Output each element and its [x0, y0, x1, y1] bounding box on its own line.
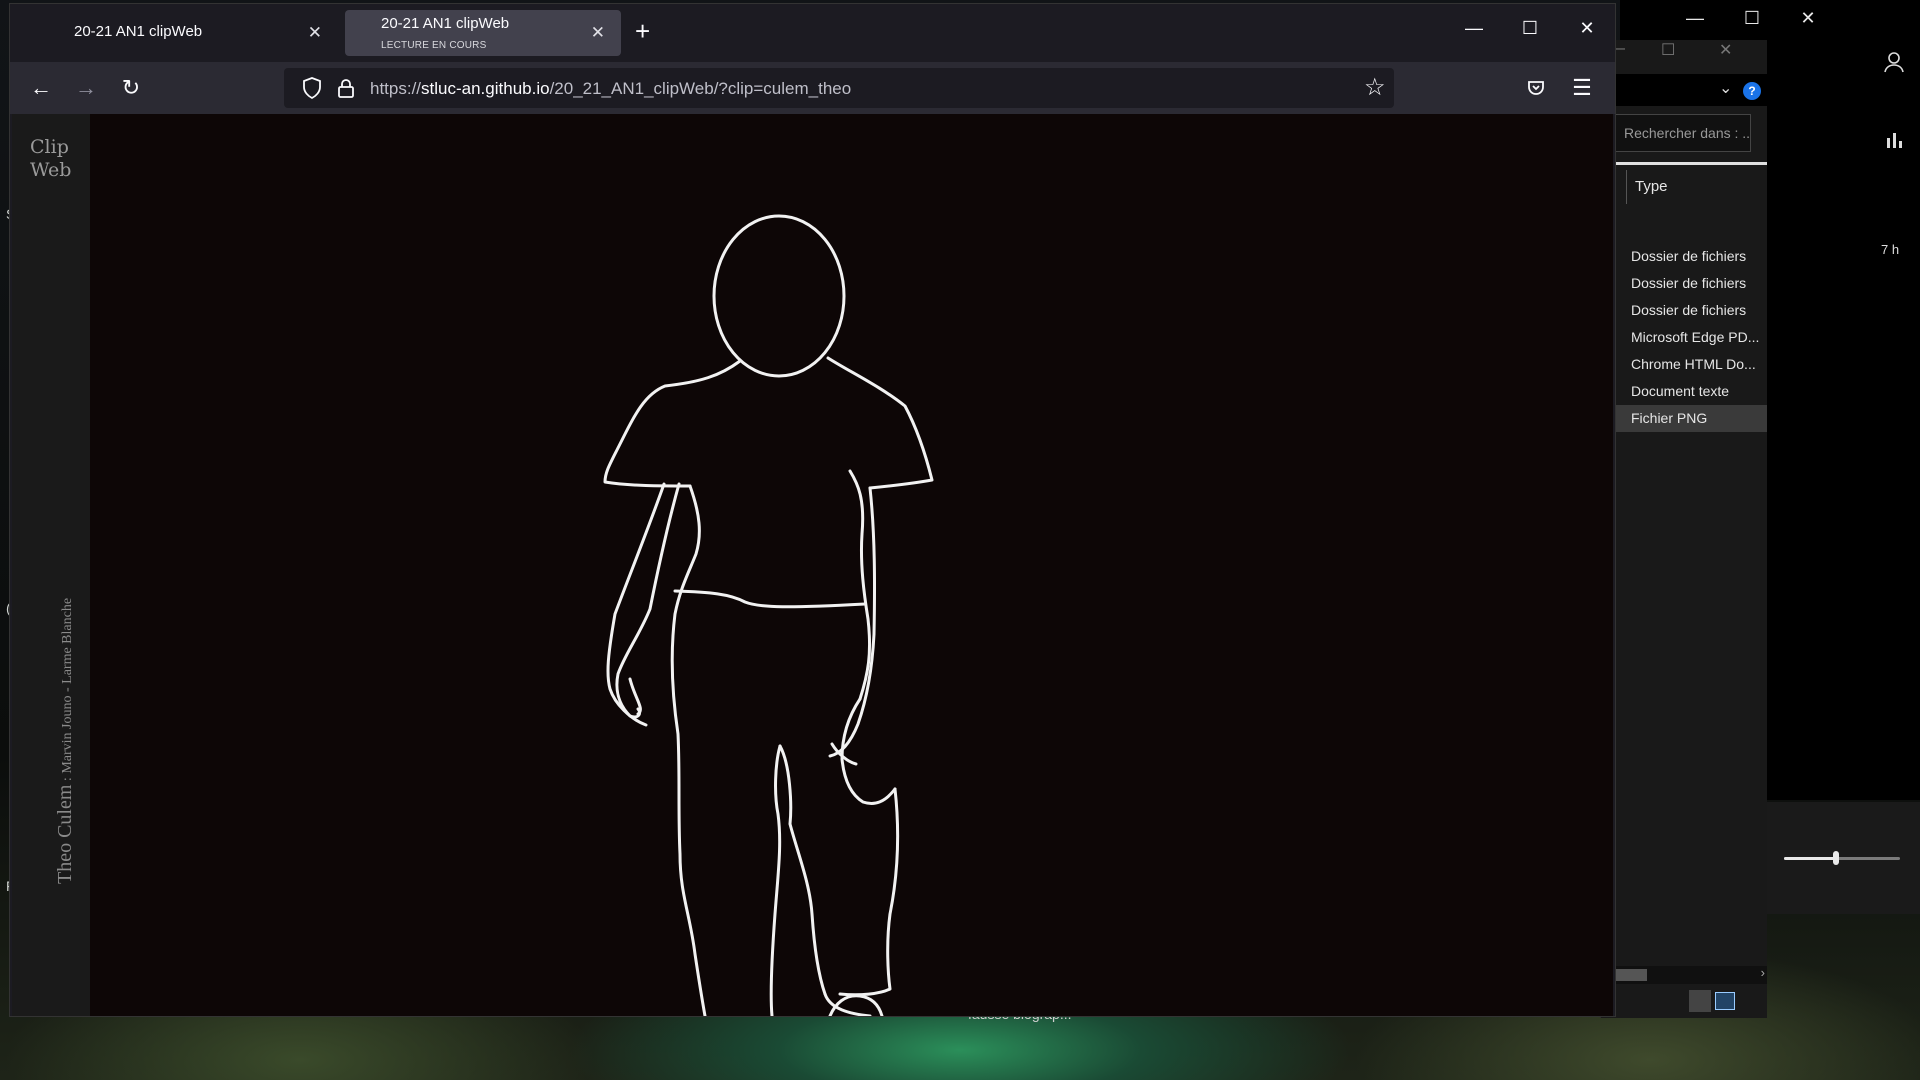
stats-icon[interactable]: [1885, 130, 1905, 150]
tab-close-icon[interactable]: ✕: [308, 23, 322, 43]
side-time-text: 7 h: [1881, 242, 1900, 257]
video-stage[interactable]: [90, 114, 1613, 1016]
shield-icon[interactable]: [300, 76, 324, 100]
tab-strip: 20-21 AN1 clipWeb ✕ 20-21 AN1 clipWeb LE…: [10, 4, 1615, 62]
file-explorer-window: — ☐ ✕ ⌄ ? Rechercher dans : ... Type Dos…: [1600, 40, 1767, 1018]
tab-clipweb-2[interactable]: 20-21 AN1 clipWeb LECTURE EN COURS ✕: [345, 10, 621, 56]
figure-head: [712, 214, 846, 378]
volume-panel: [1766, 802, 1920, 914]
explorer-file-row[interactable]: Fichier PNG: [1615, 405, 1767, 432]
details-view-icon[interactable]: [1689, 990, 1711, 1012]
new-tab-icon[interactable]: +: [635, 18, 650, 44]
figure-waist: [673, 589, 867, 609]
explorer-file-row[interactable]: Dossier de fichiers: [1615, 297, 1767, 324]
tab-clipweb-1[interactable]: 20-21 AN1 clipWeb ✕: [18, 10, 338, 56]
bg-maximize-icon[interactable]: ☐: [1737, 8, 1767, 29]
volume-slider[interactable]: [1784, 851, 1900, 865]
explorer-file-row[interactable]: Chrome HTML Do...: [1615, 351, 1767, 378]
explorer-file-row[interactable]: Dossier de fichiers: [1615, 243, 1767, 270]
scrollbar-thumb[interactable]: [1615, 969, 1647, 981]
explorer-file-row[interactable]: Document texte: [1615, 378, 1767, 405]
maximize-icon[interactable]: ☐: [1510, 18, 1550, 39]
explorer-file-row[interactable]: Dossier de fichiers: [1615, 270, 1767, 297]
back-arrow-icon[interactable]: ←: [26, 74, 56, 104]
explorer-horizontal-scrollbar[interactable]: ›: [1615, 965, 1767, 984]
explorer-file-row[interactable]: Microsoft Edge PD...: [1615, 324, 1767, 351]
figure-torso-left: [670, 484, 707, 1016]
line-drawing-figure: [603, 214, 934, 1016]
tab-title: 20-21 AN1 clipWeb: [74, 23, 203, 40]
person-icon[interactable]: [1882, 50, 1906, 74]
tab-close-icon[interactable]: ✕: [591, 23, 605, 43]
url-scheme: https://: [370, 79, 422, 98]
logo-line-2: Web: [30, 159, 72, 181]
page-sidebar: Clip Web Theo Culem : Marvin Jouno - Lar…: [12, 114, 90, 1016]
large-icons-view-icon[interactable]: [1715, 992, 1735, 1010]
credit-author: Theo Culem: [54, 784, 76, 884]
figure-shirt: [603, 359, 742, 488]
bg-close-icon[interactable]: ✕: [1793, 8, 1823, 29]
explorer-header-divider: [1611, 162, 1767, 165]
bookmark-star-icon[interactable]: ☆: [1364, 73, 1386, 102]
credit-song: : Marvin Jouno - Larme Blanche: [60, 597, 75, 785]
menu-hamburger-icon[interactable]: ☰: [1567, 74, 1597, 104]
explorer-search-input[interactable]: Rechercher dans : ...: [1615, 114, 1751, 152]
reload-icon[interactable]: ↻: [116, 74, 146, 104]
exp-maximize-icon[interactable]: ☐: [1661, 40, 1675, 60]
column-header-type[interactable]: Type: [1626, 170, 1668, 204]
background-app-titlebar: — ☐ ✕: [1620, 0, 1920, 40]
browser-window: 20-21 AN1 clipWeb ✕ 20-21 AN1 clipWeb LE…: [10, 4, 1615, 1016]
volume-knob[interactable]: [1833, 851, 1840, 865]
figure-crotch: [769, 744, 782, 1016]
exp-ribbon-bar: ⌄ ?: [1601, 74, 1767, 106]
url-bar[interactable]: https://stluc-an.github.io/20_21_AN1_cli…: [284, 68, 1394, 108]
navigation-toolbar: ← → ↻ https://stluc-an.github.io/20_21_A…: [10, 62, 1615, 114]
figure-leg-right: [838, 787, 900, 997]
exp-close-icon[interactable]: ✕: [1719, 40, 1732, 60]
figure-shirt-right: [826, 356, 934, 490]
help-icon[interactable]: ?: [1743, 82, 1761, 100]
scroll-right-icon[interactable]: ›: [1761, 965, 1765, 980]
url-host: stluc-an.github.io: [421, 79, 550, 98]
logo-line-1: Clip: [30, 136, 69, 158]
volume-fill: [1784, 857, 1837, 860]
minimize-icon[interactable]: —: [1454, 18, 1494, 39]
lock-icon[interactable]: [334, 76, 358, 100]
forward-arrow-icon[interactable]: →: [71, 74, 101, 104]
bg-minimize-icon[interactable]: —: [1680, 8, 1710, 29]
tab-playing-status: LECTURE EN COURS: [381, 40, 487, 51]
close-window-icon[interactable]: ✕: [1567, 18, 1607, 39]
chevron-down-icon[interactable]: ⌄: [1719, 78, 1732, 98]
page-content: Clip Web Theo Culem : Marvin Jouno - Lar…: [12, 114, 1613, 1016]
figure-torso-right: [848, 469, 872, 701]
clipweb-logo[interactable]: Clip Web: [30, 136, 71, 182]
clip-credit: Theo Culem : Marvin Jouno - Larme Blanch…: [54, 598, 77, 884]
background-app-panel: 7 h yrus: [1735, 40, 1920, 800]
url-path: /20_21_AN1_clipWeb/?clip=culem_theo: [549, 79, 852, 98]
pocket-icon[interactable]: [1526, 78, 1546, 98]
figure-leg-inner: [778, 744, 827, 996]
tab-title: 20-21 AN1 clipWeb: [381, 15, 510, 32]
figure-sleeve-left: [615, 482, 681, 719]
figure-hand-right: [840, 697, 897, 805]
url-text[interactable]: https://stluc-an.github.io/20_21_AN1_cli…: [370, 79, 851, 99]
